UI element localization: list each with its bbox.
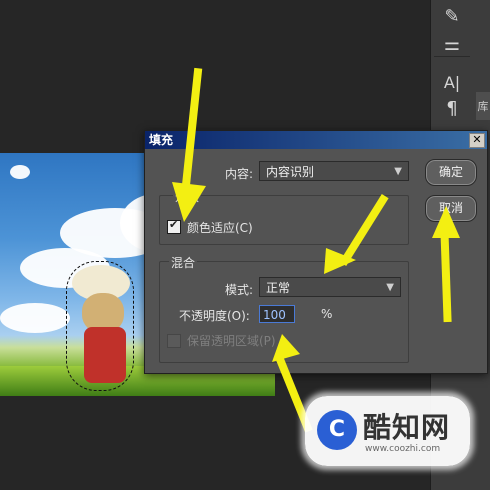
arrow-to-mode-select (324, 193, 389, 274)
watermark-badge: C 酷知网 www.coozhi.com (305, 396, 470, 466)
arrow-to-color-adapt (172, 67, 206, 222)
watermark-title: 酷知网 (363, 411, 451, 444)
coozhi-logo-icon: C (317, 410, 357, 450)
arrow-to-cancel-button (432, 206, 460, 323)
watermark-url: www.coozhi.com (365, 444, 441, 454)
